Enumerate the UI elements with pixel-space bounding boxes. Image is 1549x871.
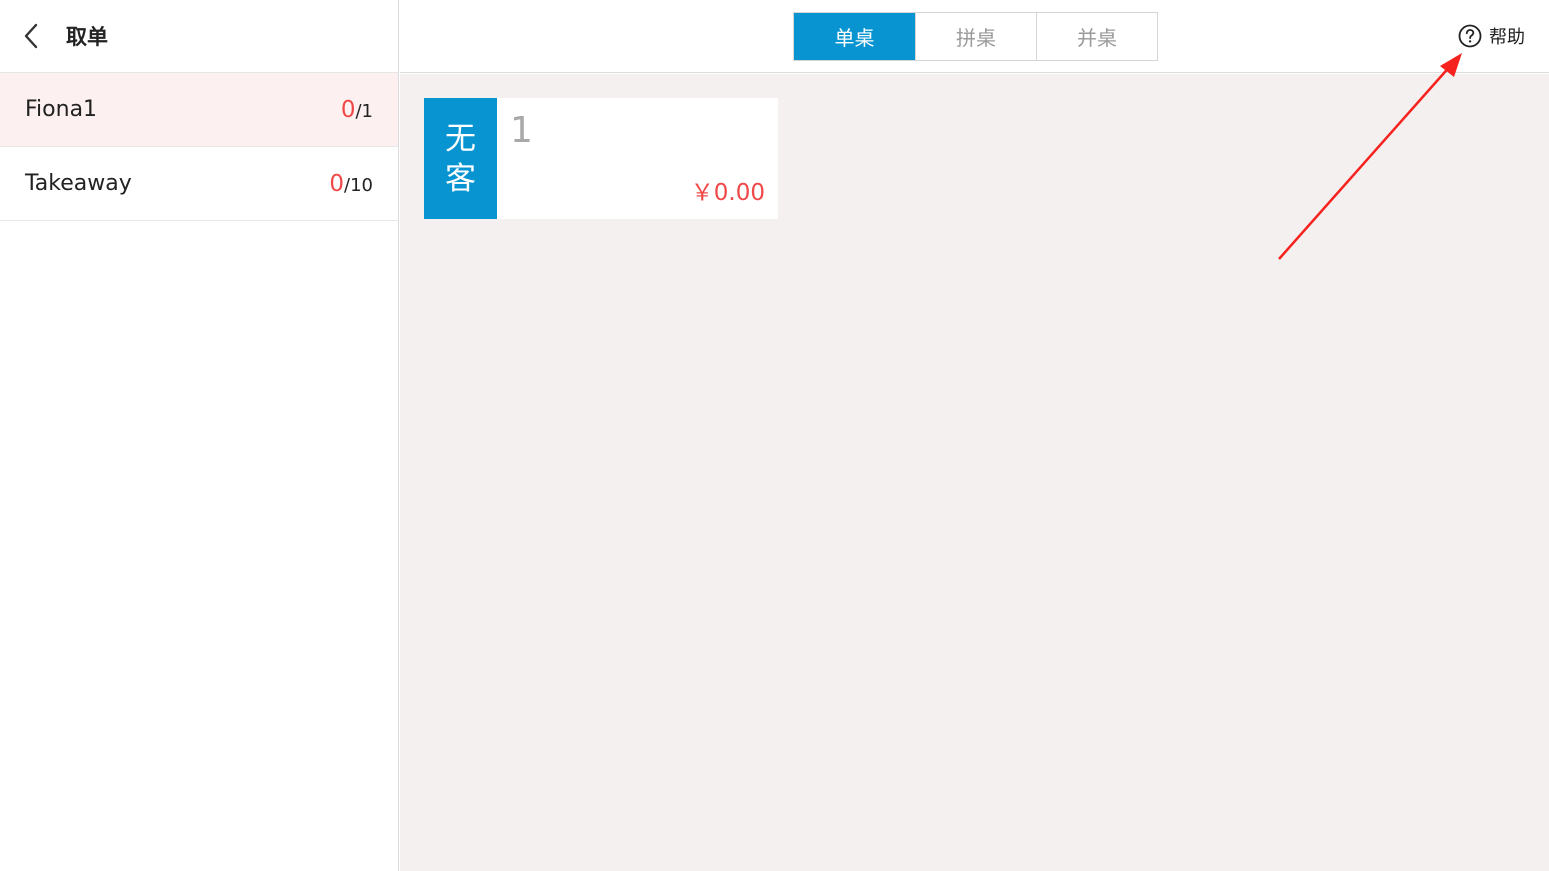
table-grid: 无 客 1 ￥0.00 (400, 74, 1549, 871)
table-card-body: 1 ￥0.00 (497, 98, 778, 219)
chevron-left-icon (24, 23, 38, 49)
back-button[interactable] (0, 0, 62, 73)
topbar: 单桌 拼桌 并桌 帮助 (400, 0, 1549, 73)
page-title: 取单 (66, 25, 108, 49)
table-status-badge: 无 客 (424, 98, 497, 219)
area-count-total: /10 (344, 174, 373, 196)
sidebar-header: 取单 (0, 0, 398, 73)
table-number: 1 (510, 110, 533, 151)
area-item-takeaway[interactable]: Takeaway 0/10 (0, 147, 398, 221)
area-count-total: /1 (355, 100, 373, 122)
area-name: Takeaway (25, 171, 132, 196)
app-root: 取单 Fiona1 0/1 Takeaway 0/10 单桌 拼桌 并桌 帮助 (0, 0, 1549, 871)
area-item-fiona1[interactable]: Fiona1 0/1 (0, 73, 398, 147)
area-count-occupied: 0 (329, 170, 345, 197)
table-status-line2: 客 (445, 160, 476, 197)
table-amount: ￥0.00 (690, 180, 765, 206)
area-count: 0/10 (329, 171, 373, 197)
question-circle-icon (1458, 24, 1482, 48)
tab-share-table[interactable]: 拼桌 (915, 13, 1036, 60)
sidebar: 取单 Fiona1 0/1 Takeaway 0/10 (0, 0, 399, 871)
tab-single-table[interactable]: 单桌 (794, 13, 915, 60)
table-card[interactable]: 无 客 1 ￥0.00 (424, 98, 778, 219)
area-name: Fiona1 (25, 97, 98, 122)
help-button[interactable]: 帮助 (1458, 23, 1525, 49)
help-label: 帮助 (1489, 27, 1525, 48)
tab-merge-table[interactable]: 并桌 (1036, 13, 1157, 60)
area-count: 0/1 (341, 97, 373, 123)
area-count-occupied: 0 (340, 96, 356, 123)
table-status-line1: 无 (445, 120, 476, 157)
table-mode-tabs: 单桌 拼桌 并桌 (793, 12, 1158, 61)
